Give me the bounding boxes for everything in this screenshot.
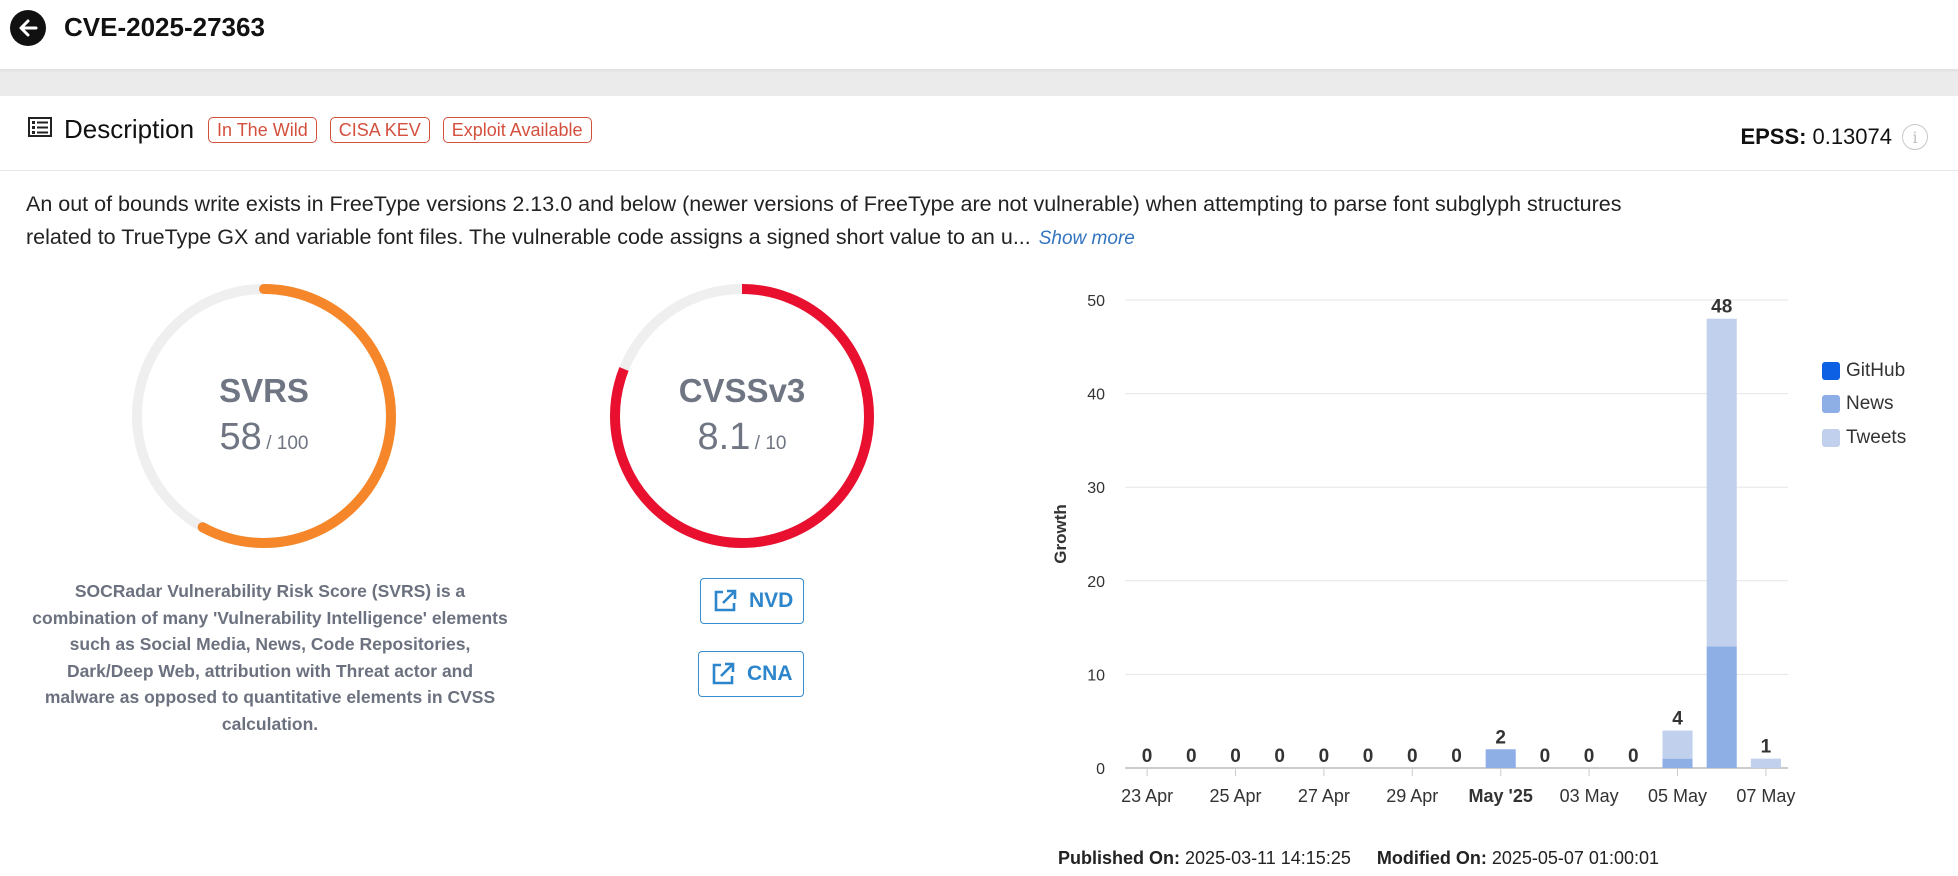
description-body: An out of bounds write exists in FreeTyp… [26, 192, 1622, 249]
published-on: Published On: 2025-03-11 14:15:25 [1058, 848, 1351, 869]
svrs-description: SOCRadar Vulnerability Risk Score (SVRS)… [32, 581, 508, 734]
legend-swatch [1822, 361, 1840, 380]
data-label: 48 [1711, 297, 1732, 318]
growth-chart: 01020304050Growth023 Apr0 025 Apr0 027 Apr… [1051, 293, 1795, 806]
legend-item-github[interactable]: GitHub [1822, 354, 1906, 388]
tag-list: In The Wild CISA KEV Exploit Available [208, 117, 592, 143]
data-label: 0 [1407, 746, 1418, 767]
list-icon [28, 117, 52, 137]
x-tick-label: 03 May [1560, 786, 1619, 806]
svrs-name: SVRS [219, 372, 309, 409]
y-tick-label: 40 [1087, 387, 1105, 404]
legend-label: Tweets [1846, 426, 1907, 448]
dates-row: Published On: 2025-03-11 14:15:25 Modifi… [1058, 848, 1659, 869]
external-link-icon [714, 589, 737, 612]
legend-item-tweets[interactable]: Tweets [1822, 421, 1906, 455]
bar-tweets [1662, 730, 1693, 759]
epss-label: EPSS: [1740, 124, 1807, 149]
epss-score: EPSS: 0.13074 i [1740, 124, 1928, 150]
description-text: An out of bounds write exists in FreeTyp… [26, 188, 1656, 255]
modified-label: Modified On: [1376, 848, 1487, 868]
data-label: 0 [1186, 746, 1197, 767]
y-tick-label: 10 [1087, 667, 1105, 684]
x-tick-label: 23 Apr [1121, 786, 1173, 806]
svrs-gauge: SVRS 58 / 100 [128, 280, 400, 552]
cvss-max: / 10 [754, 433, 787, 454]
tag-cisa-kev[interactable]: CISA KEV [329, 117, 430, 143]
x-tick-label: 05 May [1648, 786, 1707, 806]
x-tick-label: 07 May [1736, 786, 1795, 806]
data-label: 0 [1451, 746, 1462, 767]
back-button[interactable] [10, 10, 46, 46]
tag-in-the-wild[interactable]: In The Wild [208, 117, 317, 143]
bar-news [1485, 749, 1516, 768]
y-tick-label: 20 [1087, 574, 1105, 591]
legend-swatch [1822, 428, 1840, 447]
chart-legend: GitHub News Tweets [1822, 354, 1906, 455]
y-tick-label: 0 [1096, 761, 1105, 778]
description-header: Description In The Wild CISA KEV Exploit… [0, 96, 1958, 171]
legend-item-news[interactable]: News [1822, 388, 1906, 422]
data-label: 0 [1230, 746, 1241, 767]
cvss-score-line: 8.1 / 10 [606, 416, 878, 459]
epss-value: 0.13074 [1812, 124, 1892, 149]
x-tick-label: 29 Apr [1386, 786, 1438, 806]
nvd-link-button[interactable]: NVD [700, 578, 805, 624]
published-label: Published On: [1058, 848, 1181, 868]
cvss-score: 8.1 [697, 416, 751, 458]
y-axis-label: Growth [1051, 504, 1070, 564]
legend-swatch [1822, 395, 1840, 414]
external-link-icon [712, 662, 735, 685]
info-icon[interactable]: i [1902, 124, 1928, 150]
nvd-label: NVD [749, 589, 794, 612]
data-label: 0 [1628, 746, 1639, 767]
data-label: 1 [1761, 737, 1772, 758]
x-tick-label: May '25 [1469, 786, 1533, 806]
modified-on: Modified On: 2025-05-07 01:00:01 [1377, 848, 1659, 869]
x-tick-label: 27 Apr [1298, 786, 1350, 806]
published-value: 2025-03-11 14:15:25 [1185, 848, 1351, 868]
page-title: CVE-2025-27363 [64, 12, 265, 42]
svrs-score: 58 [219, 416, 262, 458]
bar-news [1706, 646, 1737, 768]
data-label: 2 [1495, 727, 1506, 748]
data-label: 0 [1274, 746, 1285, 767]
description-title: Description [64, 114, 195, 144]
data-label: 4 [1672, 709, 1683, 730]
y-tick-label: 50 [1087, 293, 1105, 310]
x-tick-label: 25 Apr [1209, 786, 1261, 806]
tag-exploit-available[interactable]: Exploit Available [442, 117, 592, 143]
cvss-gauge: CVSSv3 8.1 / 10 [606, 280, 878, 552]
y-tick-label: 30 [1087, 480, 1105, 497]
legend-label: News [1846, 393, 1894, 415]
modified-value: 2025-05-07 01:00:01 [1491, 848, 1659, 868]
data-label: 0 [1540, 746, 1551, 767]
cna-link-button[interactable]: CNA [698, 651, 804, 697]
data-label: 0 [1584, 746, 1595, 767]
show-more-link[interactable]: Show more [1039, 228, 1135, 249]
data-label: 0 [1142, 746, 1153, 767]
data-label: 0 [1363, 746, 1374, 767]
arrow-left-icon [19, 19, 38, 37]
bar-news [1662, 758, 1693, 768]
svrs-max: / 100 [266, 433, 309, 454]
bar-tweets [1706, 318, 1737, 647]
cvss-name: CVSSv3 [678, 372, 806, 409]
legend-label: GitHub [1846, 359, 1906, 381]
data-label: 0 [1319, 746, 1330, 767]
cna-label: CNA [747, 662, 793, 685]
top-bar: CVE-2025-27363 [0, 0, 1958, 70]
svrs-score-line: 58 / 100 [128, 416, 400, 459]
bar-tweets [1750, 758, 1781, 768]
